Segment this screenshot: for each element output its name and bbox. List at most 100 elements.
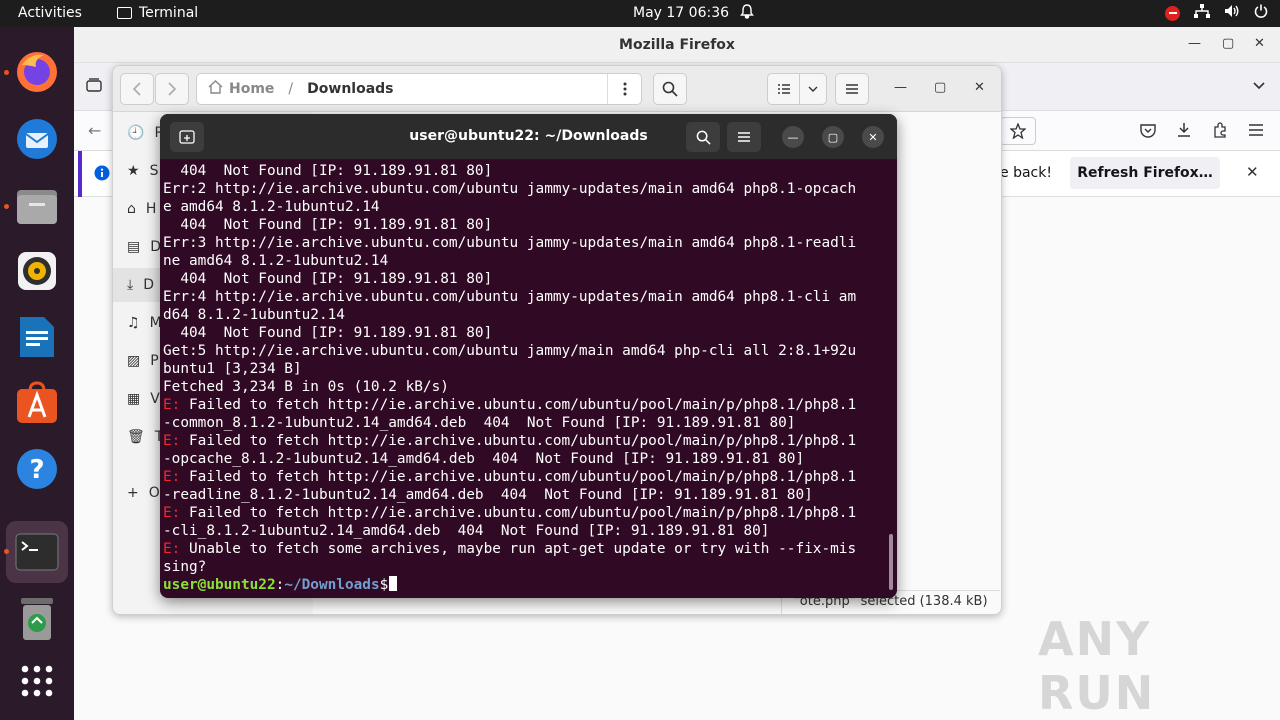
terminal-line: -opcache_8.1.2-1ubuntu2.14_amd64.deb 404… (163, 451, 805, 467)
cursor (389, 576, 398, 591)
path-home[interactable]: Home (229, 81, 274, 97)
terminal-running-indicator (4, 549, 9, 554)
app-center-dock-icon[interactable] (13, 379, 61, 427)
terminal-line: 404 Not Found [IP: 91.189.91.81 80] (163, 271, 493, 287)
downloads-icon[interactable] (1176, 122, 1192, 142)
terminal-error-line: E: Failed to fetch http://ie.archive.ubu… (163, 397, 857, 413)
info-icon (94, 165, 110, 185)
terminal-minimize-icon[interactable]: — (782, 126, 804, 148)
chevron-down-icon[interactable] (1252, 77, 1266, 96)
sidebar-item-videos[interactable]: ▦ V (127, 382, 160, 416)
dock: ? (0, 27, 74, 720)
music-icon: ♫ (127, 315, 140, 331)
bookmark-star-icon[interactable] (1000, 117, 1036, 145)
writer-dock-icon[interactable] (13, 313, 61, 361)
terminal-icon (117, 7, 132, 19)
home-icon: ⌂ (127, 201, 136, 217)
terminal-menu-button[interactable] (727, 122, 761, 152)
terminal-line: d64 8.1.2-1ubuntu2.14 (163, 307, 345, 323)
rhythmbox-dock-icon[interactable] (13, 247, 61, 295)
power-icon[interactable] (1254, 4, 1268, 22)
star-icon: ★ (127, 163, 140, 179)
terminal-line: 404 Not Found [IP: 91.189.91.81 80] (163, 217, 493, 233)
close-icon[interactable]: ✕ (1254, 36, 1265, 51)
picture-icon: ▨ (127, 353, 141, 369)
volume-icon[interactable] (1224, 4, 1240, 22)
home-icon (208, 80, 223, 98)
files-menu-button[interactable] (835, 73, 869, 105)
refresh-firefox-button[interactable]: Refresh Firefox… (1070, 157, 1220, 189)
terminal-search-button[interactable] (686, 122, 720, 152)
terminal-line: Err:3 http://ie.archive.ubuntu.com/ubunt… (163, 235, 857, 251)
tab-overview-icon[interactable] (86, 77, 102, 97)
path-current[interactable]: Downloads (307, 81, 393, 97)
terminal-line: sing? (163, 559, 207, 575)
files-headerbar: Home / Downloads — ▢ ✕ (113, 66, 1001, 112)
trash-icon: 🗑 (127, 429, 145, 445)
files-close-icon[interactable]: ✕ (974, 80, 985, 95)
do-not-disturb-icon[interactable] (1165, 5, 1180, 21)
terminal-dock-icon[interactable] (6, 521, 68, 583)
search-button[interactable] (653, 73, 687, 105)
minimize-icon[interactable]: — (1188, 36, 1201, 51)
clock[interactable]: May 17 06:36 (633, 5, 729, 21)
view-toggle-button[interactable] (767, 73, 827, 105)
download-icon: ⤓ (127, 277, 134, 293)
terminal-maximize-icon[interactable]: ▢ (822, 126, 844, 148)
plus-icon: + (127, 485, 139, 501)
hamburger-menu-icon[interactable] (1248, 122, 1264, 141)
terminal-window: user@ubuntu22: ~/Downloads — ▢ ✕ 404 Not… (160, 114, 897, 598)
terminal-scrollbar[interactable] (889, 534, 893, 590)
sidebar-item-documents[interactable]: ▤ D (127, 230, 161, 264)
bell-icon[interactable] (740, 4, 754, 23)
terminal-headerbar: user@ubuntu22: ~/Downloads — ▢ ✕ (160, 114, 897, 160)
maximize-icon[interactable]: ▢ (1222, 36, 1234, 51)
terminal-error-line: E: Unable to fetch some archives, maybe … (163, 541, 857, 557)
show-apps-icon[interactable] (13, 657, 61, 705)
watermark: ANY RUN (1038, 612, 1156, 720)
terminal-line: -readline_8.1.2-1ubuntu2.14_amd64.deb 40… (163, 487, 813, 503)
sidebar-item-starred[interactable]: ★ S (127, 154, 158, 188)
terminal-close-icon[interactable]: ✕ (862, 126, 884, 148)
sidebar-item-recent[interactable]: 🕘R (127, 116, 164, 150)
terminal-line: e amd64 8.1.2-1ubuntu2.14 (163, 199, 380, 215)
sidebar-item-music[interactable]: ♫ M (127, 306, 162, 340)
sidebar-item-other-locations[interactable]: + O (127, 476, 160, 510)
app-menu[interactable]: Terminal (117, 5, 198, 21)
terminal-error-line: E: Failed to fetch http://ie.archive.ubu… (163, 433, 857, 449)
extensions-icon[interactable] (1212, 122, 1228, 142)
close-notice-icon[interactable]: ✕ (1246, 163, 1259, 181)
terminal-line: 404 Not Found [IP: 91.189.91.81 80] (163, 163, 493, 179)
clock-icon: 🕘 (127, 125, 145, 141)
help-dock-icon[interactable]: ? (13, 445, 61, 493)
terminal-prompt[interactable]: user@ubuntu22:~/Downloads$ (163, 576, 887, 594)
network-icon[interactable] (1194, 4, 1210, 22)
files-dock-icon[interactable] (13, 182, 61, 230)
back-button[interactable] (120, 73, 154, 105)
svg-text:?: ? (29, 455, 44, 485)
files-minimize-icon[interactable]: — (894, 80, 907, 95)
terminal-output[interactable]: 404 Not Found [IP: 91.189.91.81 80] Err:2… (163, 162, 887, 596)
sidebar-item-trash[interactable]: 🗑T (127, 420, 163, 454)
document-icon: ▤ (127, 239, 141, 255)
notice-accent (78, 151, 82, 197)
terminal-line: -common_8.1.2-1ubuntu2.14_amd64.deb 404 … (163, 415, 796, 431)
system-tray[interactable] (1165, 4, 1268, 22)
firefox-dock-icon[interactable] (13, 48, 61, 96)
thunderbird-dock-icon[interactable] (13, 115, 61, 163)
path-menu-icon[interactable] (607, 74, 641, 104)
sidebar-item-pictures[interactable]: ▨ P (127, 344, 159, 378)
activities-button[interactable]: Activities (18, 5, 82, 21)
trash-dock-icon[interactable] (13, 595, 61, 643)
sidebar-item-home[interactable]: ⌂ H (127, 192, 156, 226)
pocket-icon[interactable] (1140, 123, 1156, 142)
terminal-line: -cli_8.1.2-1ubuntu2.14_amd64.deb 404 Not… (163, 523, 770, 539)
firefox-titlebar: Mozilla Firefox — ▢ ✕ (74, 27, 1280, 63)
terminal-error-line: E: Failed to fetch http://ie.archive.ubu… (163, 469, 857, 485)
forward-button[interactable] (155, 73, 189, 105)
files-maximize-icon[interactable]: ▢ (934, 80, 946, 95)
firefox-window-title: Mozilla Firefox (619, 37, 735, 53)
terminal-line: 404 Not Found [IP: 91.189.91.81 80] (163, 325, 493, 341)
path-bar[interactable]: Home / Downloads (196, 73, 642, 105)
back-arrow-icon[interactable]: ← (88, 121, 101, 140)
